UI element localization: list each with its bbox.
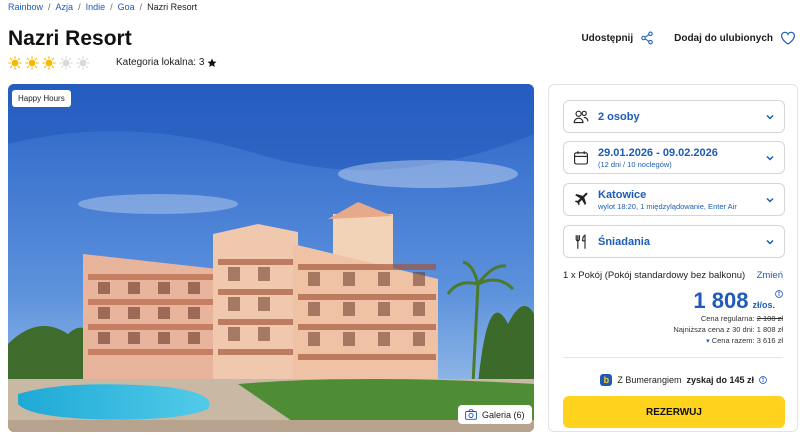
share-icon (641, 31, 653, 45)
meal-select[interactable]: Śniadania (563, 225, 785, 258)
breadcrumb-separator: / (48, 2, 51, 12)
sun-icon (8, 56, 22, 70)
info-icon[interactable] (775, 290, 783, 298)
breadcrumb-link[interactable]: Azja (56, 2, 74, 12)
chevron-down-icon[interactable]: ▾ (706, 338, 710, 345)
dates-select[interactable]: 29.01.2026 - 09.02.2026 (12 dni / 10 noc… (563, 141, 785, 174)
regular-price-line: Cena regularna: 2 108 zł (701, 314, 783, 323)
star-icon (207, 58, 217, 67)
heart-icon (780, 31, 796, 45)
departure-select[interactable]: Katowice wylot 18:20, 1 międzylądowanie,… (563, 183, 785, 216)
breadcrumb: Rainbow / Azja / Indie / Goa / Nazri Resort (8, 0, 197, 14)
breadcrumb-separator: / (78, 2, 81, 12)
divider (563, 357, 783, 358)
regular-price-label: Cena regularna: (700, 314, 755, 323)
share-button[interactable]: Udostępnij (581, 31, 654, 45)
persons-value: 2 osoby (598, 110, 640, 123)
departure-details: wylot 18:20, 1 międzylądowanie, Enter Ai… (598, 201, 737, 211)
price-unit: zł/os. (752, 300, 775, 310)
info-icon[interactable] (759, 376, 767, 384)
breadcrumb-link[interactable]: Rainbow (8, 2, 43, 12)
dates-value: 29.01.2026 - 09.02.2026 (598, 146, 718, 159)
chevron-down-icon (766, 155, 774, 161)
local-category-label: Kategoria lokalna: 3 (116, 57, 205, 68)
cutlery-icon (575, 233, 586, 249)
sun-empty-icon (59, 56, 73, 70)
favorite-button[interactable]: Dodaj do ulubionych (674, 30, 796, 46)
camera-icon (465, 409, 477, 420)
users-icon (573, 110, 589, 123)
airplane-icon (574, 191, 588, 205)
bumerang-logo: b (600, 374, 613, 386)
calendar-icon (574, 150, 588, 165)
meal-value: Śniadania (598, 235, 650, 248)
gallery-button[interactable]: Galeria (6) (458, 405, 532, 424)
regular-price-value: 2 108 zł (756, 314, 783, 323)
lowest-price-30-days: Najniższa cena z 30 dni: 1 808 zł (673, 325, 783, 334)
persons-select[interactable]: 2 osoby (563, 100, 785, 133)
bumerang-amount: zyskaj do 145 zł (686, 375, 754, 385)
breadcrumb-link[interactable]: Goa (118, 2, 135, 12)
hotel-photo[interactable] (8, 84, 534, 432)
chevron-down-icon (766, 114, 774, 120)
reserve-button[interactable]: REZERWUJ (563, 396, 785, 428)
booking-panel: 2 osoby 29.01.2026 - 09.02.2026 (12 dni … (548, 84, 798, 432)
sun-icon (25, 56, 39, 70)
happy-hours-badge: Happy Hours (12, 90, 71, 107)
local-category: Kategoria lokalna: 3 (116, 57, 217, 68)
header-actions: Udostępnij Dodaj do ulubionych (581, 30, 796, 46)
dates-duration: (12 dni / 10 noclegów) (598, 159, 672, 169)
page-title: Nazri Resort (8, 27, 132, 50)
total-price: Cena razem: 3 616 zł (711, 336, 783, 345)
sun-icon (42, 56, 56, 70)
room-description: 1 x Pokój (Pokój standardowy bez balkonu… (563, 270, 746, 281)
price-value: 1 808 (693, 288, 749, 313)
bumerang-promo: b Z Bumerangiem zyskaj do 145 zł (600, 374, 767, 386)
price-display: 1 808 zł/os. (693, 288, 775, 314)
departure-city: Katowice (598, 188, 647, 201)
chevron-down-icon (766, 197, 774, 203)
chevron-down-icon (766, 239, 774, 245)
total-price-line: ▾ Cena razem: 3 616 zł (706, 336, 783, 345)
share-label: Udostępnij (581, 32, 634, 44)
breadcrumb-current: Nazri Resort (147, 2, 198, 12)
breadcrumb-separator: / (110, 2, 113, 12)
hotel-rating (8, 56, 90, 70)
change-room-link[interactable]: Zmień (757, 270, 783, 281)
bumerang-prefix: Z Bumerangiem (617, 375, 682, 385)
sun-empty-icon (76, 56, 90, 70)
favorite-label: Dodaj do ulubionych (674, 32, 773, 44)
gallery-label: Galeria (6) (482, 409, 525, 420)
breadcrumb-separator: / (139, 2, 143, 12)
breadcrumb-link[interactable]: Indie (86, 2, 106, 12)
